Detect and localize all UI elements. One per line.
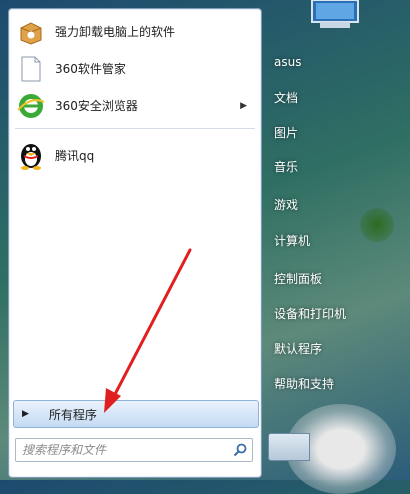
- annotation-arrow: [104, 248, 192, 413]
- start-menu: 强力卸载电脑上的软件 360软件管家 360安全浏览器 ▶ 腾讯qq ▶ 所有程…: [0, 0, 410, 494]
